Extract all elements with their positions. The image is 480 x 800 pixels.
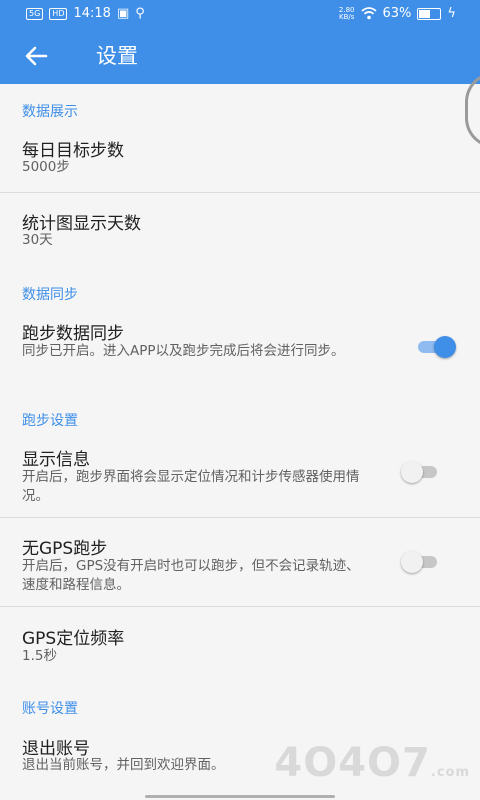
setting-gps-frequency[interactable]: GPS定位频率 1.5秒 [0, 615, 480, 679]
wifi-icon [360, 7, 377, 20]
notification-icon: ▣ [116, 6, 130, 21]
page-title: 设置 [96, 44, 138, 68]
setting-summary: 同步已开启。进入APP以及跑步完成后将会进行同步。 [22, 343, 345, 359]
home-indicator [145, 795, 335, 798]
no-gps-run-toggle[interactable] [401, 551, 439, 573]
divider [0, 192, 480, 193]
usb-icon: ⚲ [135, 6, 145, 21]
toggle-thumb [401, 551, 423, 573]
section-header-account: 账号设置 [22, 701, 78, 717]
setting-summary: 开启后，GPS没有开启时也可以跑步，但不会记录轨迹、速度和路程信息。 [22, 558, 360, 593]
section-header-display: 数据展示 [22, 104, 78, 120]
setting-no-gps-run[interactable]: 无GPS跑步 开启后，GPS没有开启时也可以跑步，但不会记录轨迹、速度和路程信息… [0, 526, 480, 606]
setting-summary: 开启后，跑步界面将会显示定位情况和计步传感器使用情况。 [22, 469, 360, 504]
watermark-suffix: .com [430, 765, 470, 780]
setting-run-sync[interactable]: 跑步数据同步 同步已开启。进入APP以及跑步完成后将会进行同步。 [0, 311, 480, 383]
setting-title: 显示信息 [22, 450, 90, 470]
divider [0, 517, 480, 518]
setting-value: 30天 [22, 232, 53, 248]
setting-value: 1.5秒 [22, 648, 57, 664]
section-header-sync: 数据同步 [22, 287, 78, 303]
net-speed: 2.80 KB/s [339, 6, 355, 21]
toggle-thumb [434, 336, 456, 358]
setting-value: 5000步 [22, 159, 70, 175]
watermark-logo: 4O4O7.com [274, 740, 470, 786]
battery-percent: 63% [382, 6, 412, 21]
setting-title: GPS定位频率 [22, 629, 125, 649]
charging-icon: ϟ [447, 6, 456, 21]
hd-label: HD [49, 7, 68, 20]
status-bar: 5G HD 14:18 ▣ ⚲ 2.80 KB/s 63% ϟ [0, 0, 480, 28]
setting-daily-goal[interactable]: 每日目标步数 5000步 [0, 128, 480, 192]
watermark-text: 4O4O7 [274, 740, 431, 786]
divider [0, 606, 480, 607]
signal-label: 5G [26, 7, 44, 20]
app-bar: 设置 [0, 28, 480, 84]
battery-icon [417, 7, 442, 20]
battery-fill [419, 9, 431, 18]
arrow-left-icon[interactable] [22, 42, 52, 70]
show-info-toggle[interactable] [401, 461, 439, 483]
setting-title: 跑步数据同步 [22, 324, 124, 344]
section-header-run: 跑步设置 [22, 413, 78, 429]
setting-show-info[interactable]: 显示信息 开启后，跑步界面将会显示定位情况和计步传感器使用情况。 [0, 437, 480, 517]
setting-chart-days[interactable]: 统计图显示天数 30天 [0, 200, 480, 264]
run-sync-toggle[interactable] [416, 336, 456, 358]
setting-title: 无GPS跑步 [22, 539, 108, 559]
status-time: 14:18 [73, 6, 111, 21]
net-speed-unit: KB/s [339, 12, 355, 21]
toggle-thumb [401, 461, 423, 483]
